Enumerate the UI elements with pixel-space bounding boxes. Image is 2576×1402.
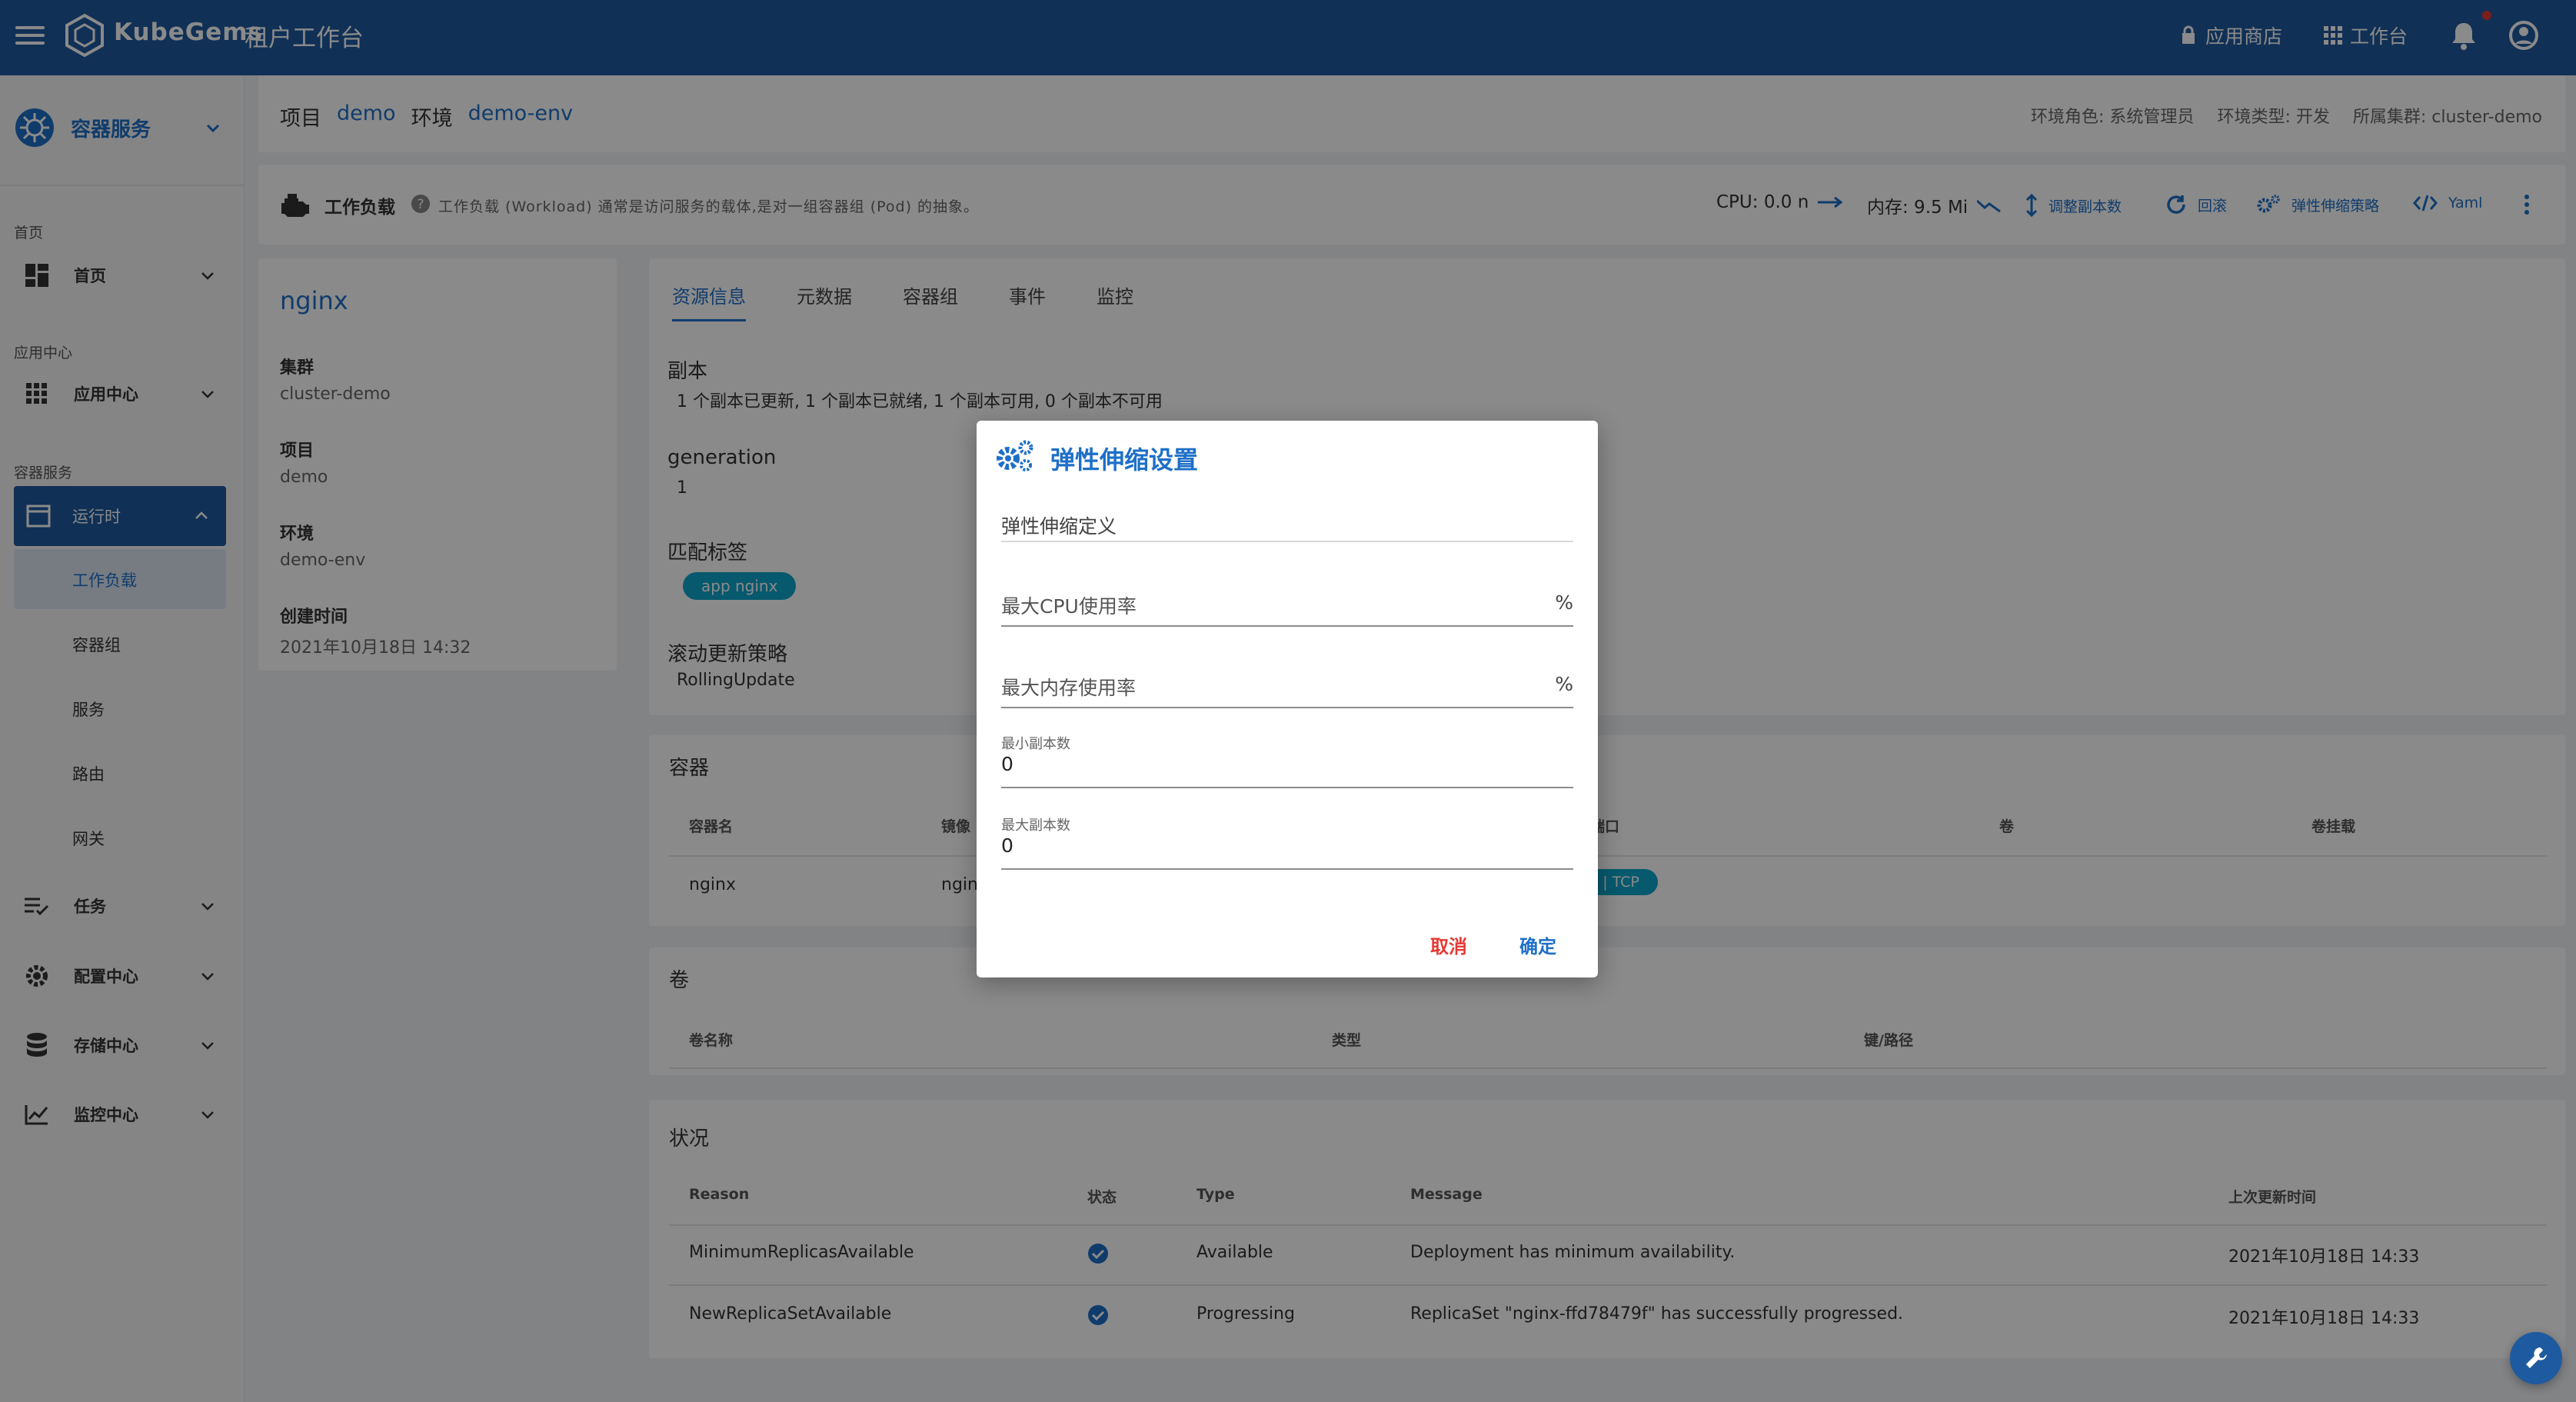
input-underline <box>1001 868 1573 870</box>
input-underline <box>1001 707 1573 708</box>
min-replicas-field[interactable]: 最小副本数 0 <box>1001 733 1573 790</box>
min-replicas-label: 最小副本数 <box>1001 736 1070 752</box>
max-replicas-label: 最大副本数 <box>1001 818 1070 834</box>
wrench-icon <box>2526 1347 2547 1368</box>
min-replicas-value: 0 <box>1001 753 1013 775</box>
max-memory-placeholder: 最大内存使用率 <box>1001 677 1137 699</box>
max-replicas-field[interactable]: 最大副本数 0 <box>1001 814 1573 871</box>
max-replicas-value: 0 <box>1001 834 1013 857</box>
max-cpu-suffix: % <box>1555 591 1573 614</box>
hpa-dialog: 弹性伸缩设置 弹性伸缩定义 最大CPU使用率 % 最大内存使用率 % 最小副本数… <box>977 421 1598 977</box>
hpa-section-label: 弹性伸缩定义 <box>1001 515 1117 538</box>
confirm-button[interactable]: 确定 <box>1519 931 1556 958</box>
gears-icon <box>997 440 1033 471</box>
cancel-button[interactable]: 取消 <box>1430 931 1467 958</box>
max-memory-suffix: % <box>1555 673 1573 695</box>
dialog-title: 弹性伸缩设置 <box>1050 445 1199 475</box>
tools-fab[interactable] <box>2510 1332 2562 1384</box>
max-cpu-field[interactable]: 最大CPU使用率 % <box>1001 579 1573 628</box>
max-memory-field[interactable]: 最大内存使用率 % <box>1001 661 1573 710</box>
input-underline <box>1001 787 1573 788</box>
max-cpu-placeholder: 最大CPU使用率 <box>1001 595 1137 618</box>
section-divider <box>1001 541 1573 542</box>
input-underline <box>1001 625 1573 627</box>
